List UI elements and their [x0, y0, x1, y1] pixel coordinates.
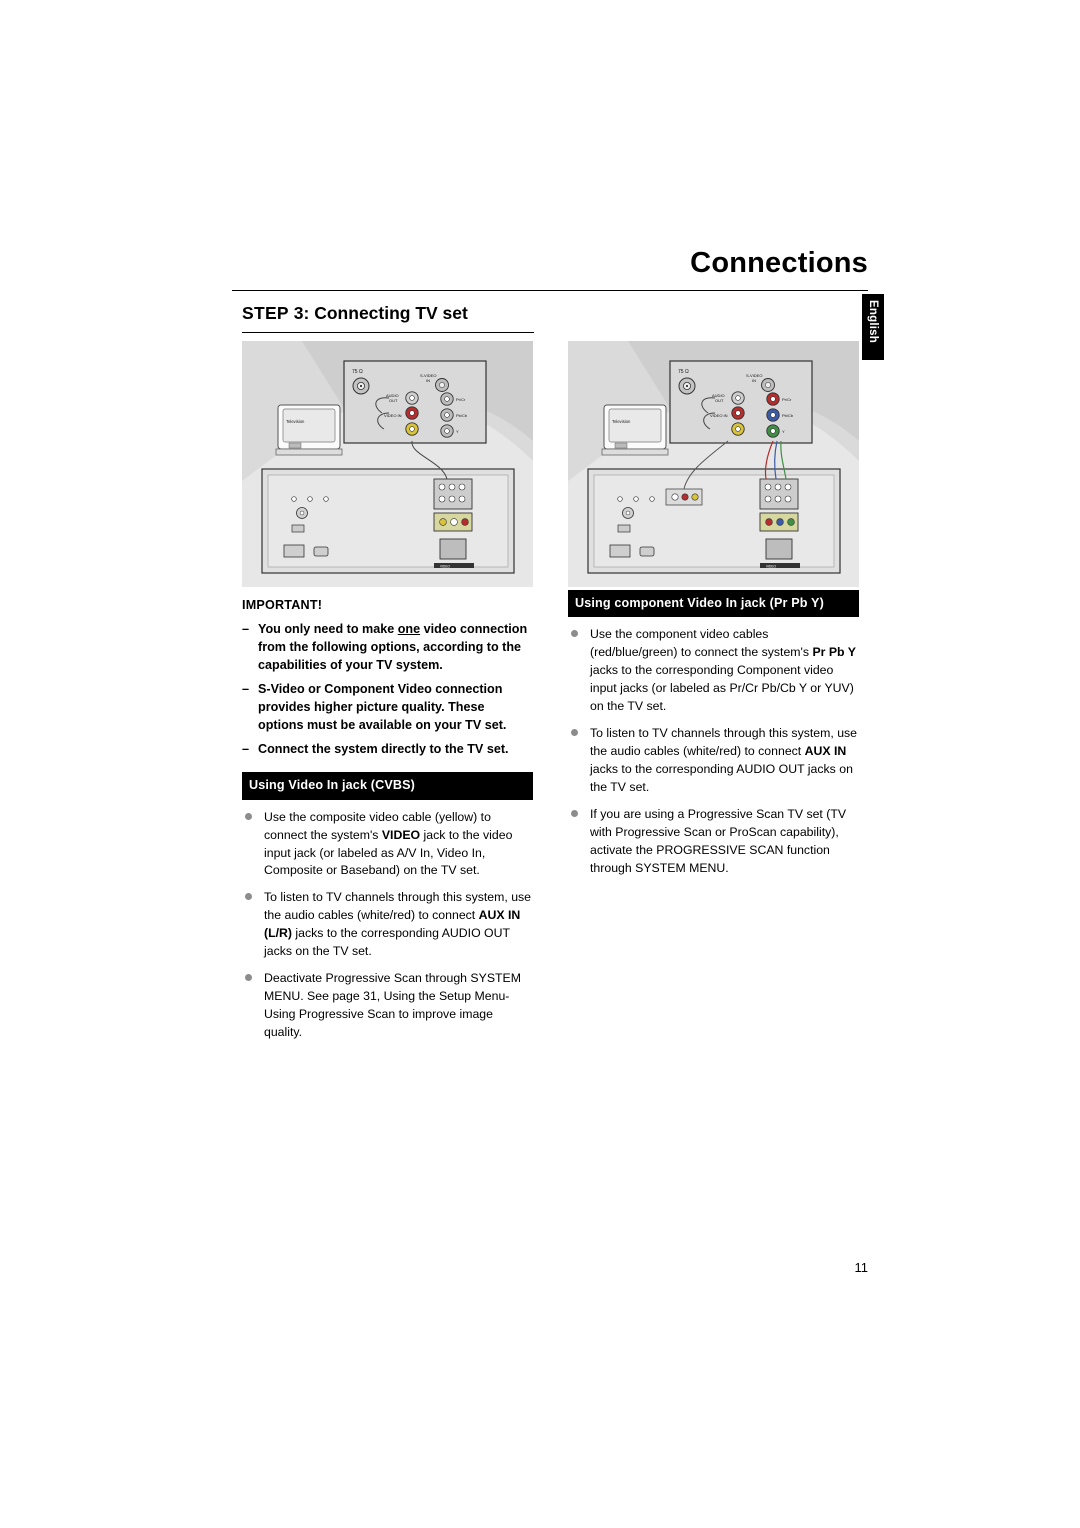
- dash-marker: –: [242, 622, 250, 637]
- important-point-1-underline: one: [397, 622, 421, 637]
- right-text-column: Using component Video In jack (Pr Pb Y) …: [568, 590, 859, 887]
- important-point-2: – S-Video or Component Video connection …: [242, 681, 533, 735]
- important-point-3-text: Connect the system directly to the TV se…: [258, 741, 509, 756]
- important-point-2-text: S-Video or Component Video connection pr…: [258, 681, 507, 732]
- figure-composite-svideo-connection: Television 75 Ω S-VIDEO IN AUDIO OUT VID…: [242, 341, 533, 587]
- svg-text:VIDEO IN: VIDEO IN: [710, 413, 728, 418]
- bullet-cvbs-1-seg1: VIDEO: [381, 827, 421, 842]
- bullet-dot-icon: [571, 729, 578, 737]
- bullet-component-1-seg1: Pr Pb Y: [812, 645, 856, 660]
- svg-text:OUT: OUT: [389, 398, 398, 403]
- language-tab-label: English: [867, 300, 879, 343]
- svg-text:VIDEO: VIDEO: [766, 565, 776, 569]
- important-point-3: – Connect the system directly to the TV …: [242, 741, 533, 759]
- language-tab: English: [862, 294, 884, 360]
- dash-marker: –: [242, 681, 250, 696]
- svg-text:VIDEO IN: VIDEO IN: [384, 413, 402, 418]
- bullet-component-2: To listen to TV channels through this sy…: [568, 725, 859, 797]
- svg-text:Television: Television: [612, 419, 631, 424]
- svg-text:Pr/Cr: Pr/Cr: [782, 397, 792, 402]
- step-number: 3:: [293, 303, 310, 323]
- svg-text:Pr/Cr: Pr/Cr: [456, 397, 466, 402]
- section-bar-cvbs: Using Video In jack (CVBS): [242, 772, 533, 800]
- svg-text:Pb/Cb: Pb/Cb: [782, 413, 794, 418]
- svg-text:Television: Television: [286, 419, 305, 424]
- bullet-dot-icon: [571, 809, 578, 817]
- svg-text:OUT: OUT: [715, 398, 724, 403]
- page-number: 11: [854, 1260, 869, 1275]
- important-heading: IMPORTANT!: [242, 598, 323, 612]
- svg-text:IN: IN: [752, 378, 756, 383]
- bullet-dot-icon: [571, 630, 578, 638]
- svg-text:75 Ω: 75 Ω: [352, 369, 363, 375]
- step-heading: STEP 3: Connecting TV set: [242, 303, 534, 333]
- important-point-1-pre: You only need to make: [258, 622, 398, 637]
- figure-component-video-connection: Television 75 Ω S-VIDEO IN AUDIO OUT VID…: [568, 341, 859, 587]
- svg-text:VIDEO: VIDEO: [440, 565, 450, 569]
- header-rule: [232, 289, 868, 291]
- step-title-text: Connecting TV set: [314, 303, 468, 323]
- bullet-component-3: If you are using a Progressive Scan TV s…: [568, 806, 859, 878]
- important-point-1: – You only need to make one video connec…: [242, 621, 533, 675]
- bullet-component-3-seg0: If you are using a Progressive Scan TV s…: [590, 806, 847, 875]
- left-text-column: IMPORTANT! – You only need to make one v…: [242, 596, 533, 1051]
- svg-text:75 Ω: 75 Ω: [678, 369, 689, 375]
- bullet-cvbs-3-seg0: Deactivate Progressive Scan through SYST…: [264, 971, 521, 1040]
- bullet-cvbs-1: Use the composite video cable (yellow) t…: [242, 809, 533, 881]
- bullet-dot-icon: [245, 812, 252, 820]
- bullet-component-1-seg0: Use the component video cables (red/blue…: [590, 627, 813, 660]
- bullet-component-1: Use the component video cables (red/blue…: [568, 626, 859, 716]
- page-title: Connections: [690, 247, 868, 279]
- bullet-dot-icon: [245, 974, 252, 982]
- svg-text:IN: IN: [426, 378, 430, 383]
- dash-marker: –: [242, 741, 250, 756]
- step-word: STEP: [242, 303, 289, 323]
- section-bar-component: Using component Video In jack (Pr Pb Y): [568, 590, 859, 618]
- page-header: Connections: [232, 247, 868, 291]
- svg-text:Y: Y: [456, 429, 459, 434]
- bullet-cvbs-2-seg2: jacks to the corresponding AUDIO OUT jac…: [264, 926, 510, 959]
- bullet-cvbs-3: Deactivate Progressive Scan through SYST…: [242, 970, 533, 1042]
- svg-text:Y: Y: [782, 429, 785, 434]
- bullet-dot-icon: [245, 893, 252, 901]
- bullet-cvbs-2: To listen to TV channels through this sy…: [242, 889, 533, 961]
- bullet-component-2-seg2: jacks to the corresponding AUDIO OUT jac…: [590, 761, 853, 794]
- svg-text:Pb/Cb: Pb/Cb: [456, 413, 468, 418]
- bullet-component-1-seg2: jacks to the corresponding Component vid…: [590, 663, 854, 714]
- bullet-component-2-seg1: AUX IN: [804, 743, 847, 758]
